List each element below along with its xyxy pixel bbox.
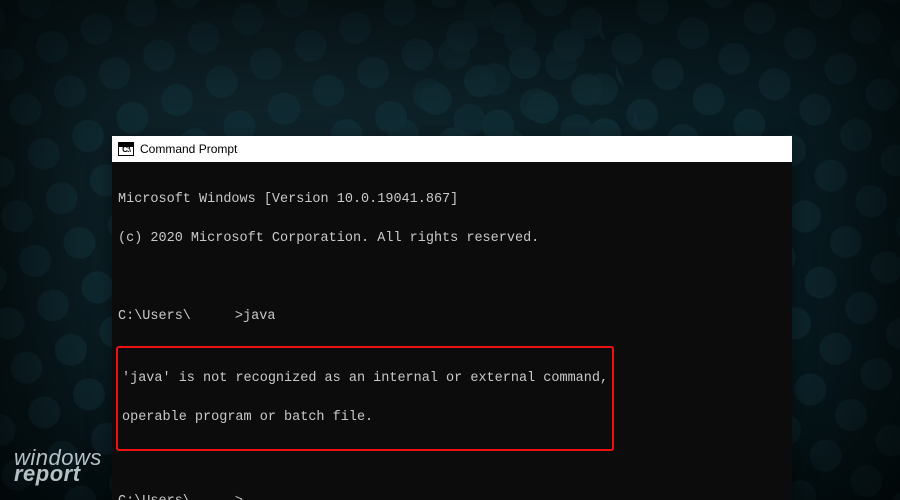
- banner-line: Microsoft Windows [Version 10.0.19041.86…: [118, 190, 786, 210]
- prompt-line: C:\Users\>java: [118, 307, 786, 327]
- redacted-username: [191, 308, 235, 320]
- redacted-username: [191, 493, 235, 500]
- window-title: Command Prompt: [140, 142, 237, 156]
- error-highlight-box: 'java' is not recognized as an internal …: [116, 346, 614, 451]
- banner-line: (c) 2020 Microsoft Corporation. All righ…: [118, 229, 786, 249]
- error-line: operable program or batch file.: [122, 408, 608, 428]
- error-line: 'java' is not recognized as an internal …: [122, 369, 608, 389]
- watermark-logo: windows report: [14, 449, 102, 484]
- titlebar[interactable]: C:\ Command Prompt: [112, 136, 792, 162]
- terminal-body[interactable]: Microsoft Windows [Version 10.0.19041.86…: [112, 162, 792, 500]
- cmd-icon: C:\: [118, 142, 134, 156]
- blank-line: [118, 268, 786, 288]
- command-prompt-window: C:\ Command Prompt Microsoft Windows [Ve…: [112, 136, 792, 500]
- blank-line: [118, 453, 786, 473]
- prompt-line: C:\Users\>: [118, 492, 786, 500]
